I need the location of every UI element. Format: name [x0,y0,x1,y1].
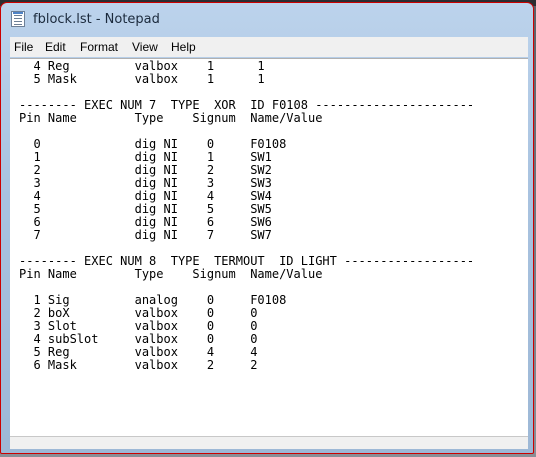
text-line: Pin Name Type Signum Name/Value [19,267,323,281]
menu-edit[interactable]: Edit [45,40,66,54]
notepad-icon[interactable] [11,11,25,27]
window-bottom-edge [10,436,528,449]
menu-view[interactable]: View [132,40,158,54]
menu-file[interactable]: File [14,40,33,54]
notepad-window: fblock.lst - Notepad File Edit Format Vi… [0,2,534,454]
text-line: 7 dig NI 7 SW7 [19,228,272,242]
menu-format[interactable]: Format [80,40,118,54]
menu-bar: File Edit Format View Help [10,37,528,57]
menu-help[interactable]: Help [171,40,196,54]
text-line: 6 Mask valbox 2 2 [19,358,258,372]
title-bar[interactable]: fblock.lst - Notepad [1,3,533,33]
text-line: 5 Mask valbox 1 1 [19,72,265,86]
desktop-background: fblock.lst - Notepad File Edit Format Vi… [0,0,536,457]
text-editor-area[interactable]: 4 Reg valbox 1 1 5 Mask valbox 1 1 -----… [10,58,528,436]
window-title: fblock.lst - Notepad [33,12,160,27]
text-line: Pin Name Type Signum Name/Value [19,111,323,125]
document-text[interactable]: 4 Reg valbox 1 1 5 Mask valbox 1 1 -----… [19,60,474,372]
